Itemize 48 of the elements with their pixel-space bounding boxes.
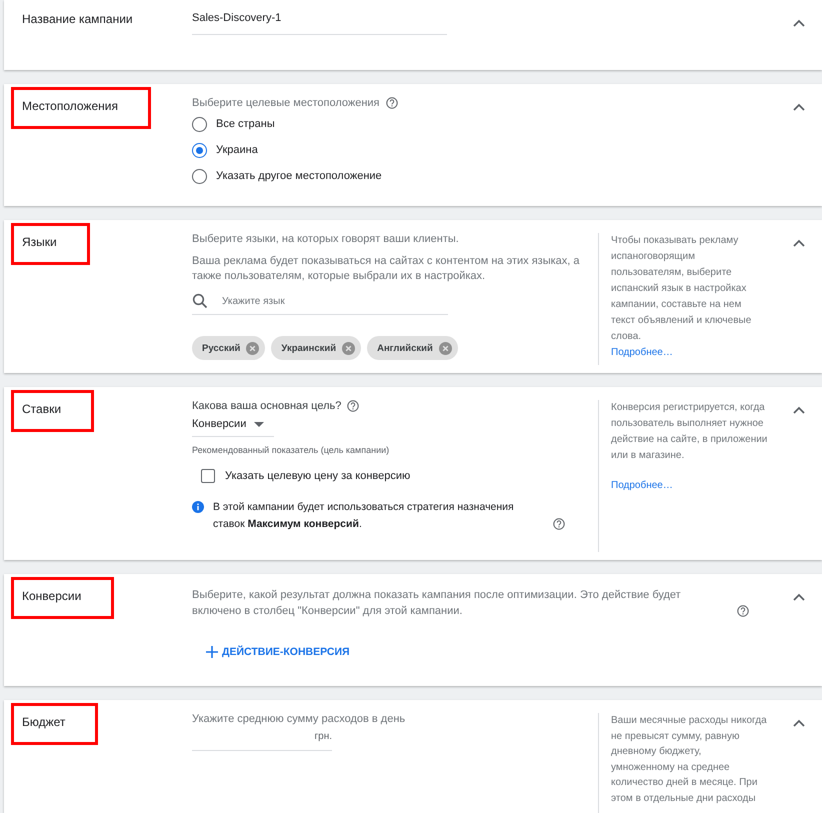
section-title: Конверсии [22, 589, 82, 603]
search-icon [192, 293, 208, 309]
help-icon [347, 400, 360, 412]
help-text: Конверсия регистрируется, когда пользователь выполняет нужное действие на сайте, в приложении или в магазине. [611, 401, 768, 463]
language-chip[interactable]: Английский [367, 336, 458, 360]
description-text: Ваша реклама будет показываться на сайтах с контентом на этих языках, а также пользователям, которые выбрали их в настройках. [192, 254, 581, 284]
checkbox-label: Указать целевую цену за конверсию [225, 470, 410, 482]
chevron-up-icon[interactable] [793, 719, 805, 727]
radio-button[interactable] [192, 168, 207, 184]
campaign-name-field[interactable]: Sales-Discovery-1 [192, 8, 447, 35]
chevron-up-icon[interactable] [793, 103, 805, 111]
help-icon [737, 605, 749, 617]
language-chip[interactable]: Русский [192, 336, 266, 360]
chevron-up-icon[interactable] [793, 593, 805, 601]
help-text: Ваши месячные расходы никогда не превысят сумму, равную дневному бюджету, умноженному на среднее количество дней в месяце. При этом в отдельные дни расходы [611, 714, 767, 806]
hint-text: Рекомендованный показатель (цель кампании) [192, 445, 390, 455]
description-text: Выберите, какой результат должна показать кампания после оптимизации. Это действие будет включено в столбец "Конверсии" для этой кампании. [192, 588, 682, 619]
goal-dropdown[interactable]: Конверсии [192, 418, 274, 437]
radio-label: Украина [216, 144, 258, 156]
plus-icon [206, 646, 218, 658]
info-text: В этой кампании будет использоваться стратегия назначения ставок Максимум конверсий. [213, 500, 515, 532]
prompt-text: Выберите языки, на которых говорят ваши клиенты. [192, 233, 460, 245]
chevron-up-icon[interactable] [793, 239, 805, 247]
radio-button[interactable] [192, 142, 207, 158]
radio-button[interactable] [192, 116, 207, 132]
section-title: Местоположения [22, 99, 118, 113]
radio-label: Все страны [216, 118, 275, 130]
prompt-text: Выберите целевые местоположения [192, 97, 380, 109]
prompt-text: Укажите среднюю сумму расходов в день [192, 713, 406, 725]
add-conversion-button[interactable]: ДЕЙСТВИЕ-КОНВЕРСИЯ [204, 642, 352, 662]
chevron-up-icon[interactable] [793, 406, 805, 414]
help-icon [386, 97, 398, 109]
help-text: Чтобы показывать рекламу испаноговорящим пользователям, выберите испанский язык в настройках кампании, составьте на нем текст объявлений и ключевые слова. [611, 234, 752, 344]
dropdown-caret-icon [254, 422, 264, 426]
learn-more-link[interactable]: Подробнее… [611, 345, 673, 361]
question-text: Какова ваша основная цель? [192, 400, 342, 412]
language-chip[interactable]: Украинский [271, 336, 362, 360]
chevron-up-icon[interactable] [793, 19, 805, 27]
section-title: Ставки [22, 402, 62, 416]
section-title: Языки [22, 235, 57, 249]
section-title: Бюджет [22, 715, 66, 729]
section-title: Название кампании [22, 12, 133, 26]
radio-label: Указать другое местоположение [216, 170, 382, 182]
help-icon [553, 518, 565, 530]
checkbox[interactable] [201, 469, 215, 483]
learn-more-link[interactable]: Подробнее… [611, 478, 673, 494]
info-icon [192, 501, 204, 513]
budget-field[interactable]: грн. [192, 725, 332, 751]
